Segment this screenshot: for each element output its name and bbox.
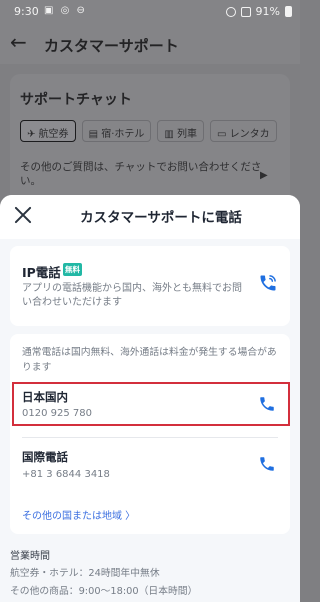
domestic-number[interactable]: 0120 925 780 — [22, 408, 92, 419]
battery-percent: 91% — [255, 5, 280, 18]
tab-label: 宿·ホテル — [101, 129, 145, 140]
support-chat-title: サポートチャット — [20, 92, 132, 108]
signal-icon — [240, 6, 251, 17]
tab-flights[interactable]: ✈ 航空券 — [20, 120, 76, 142]
phone-icon[interactable] — [258, 455, 276, 473]
chat-prompt-text[interactable]: その他のご質問は、チャットでお問い合わせください。 — [20, 160, 278, 188]
international-number[interactable]: +81 3 6844 3418 — [22, 469, 110, 480]
chevron-right-icon: ▶ — [260, 170, 268, 181]
tab-label: レンタカ — [229, 129, 270, 140]
hours-title: 営業時間 — [10, 551, 50, 562]
category-tabs: ✈ 航空券 ▤ 宿·ホテル ▥ 列車 ▭ レンタカ — [20, 120, 277, 142]
tab-label: 航空券 — [38, 129, 69, 140]
call-fee-note: 通常電話は国内無料、海外通話は料金が発生する場合があります — [22, 347, 277, 373]
other-regions-link[interactable]: その他の国または地域 〉 — [22, 507, 135, 522]
back-arrow-icon[interactable]: ← — [10, 30, 27, 54]
battery-icon — [285, 6, 292, 17]
ip-call-description: アプリの電話機能から国内、海外とも無料でお問い合わせいただけます — [22, 283, 242, 308]
domestic-title: 日本国内 — [22, 390, 68, 404]
hours-line-other: その他の商品：9:00～18:00（日本時間） — [10, 586, 198, 597]
sheet-title: カスタマーサポートに電話 — [80, 210, 242, 226]
ip-call-title: IP電話 — [22, 265, 61, 280]
status-right-group: 91% — [225, 5, 292, 18]
page-title: カスタマーサポート — [44, 37, 179, 55]
phone-call-icon[interactable] — [258, 273, 278, 293]
divider — [22, 437, 278, 438]
status-time: 9:30 — [14, 5, 39, 18]
phone-icon[interactable] — [258, 395, 276, 413]
international-title: 国際電話 — [22, 450, 68, 464]
wifi-icon — [225, 6, 236, 17]
notification-icons: ▣ ◎ ⊖ — [44, 5, 87, 16]
tab-rentacar[interactable]: ▭ レンタカ — [210, 120, 277, 142]
hours-line-flights-hotels: 航空券・ホテル：24時間年中無休 — [10, 568, 160, 579]
tab-trains[interactable]: ▥ 列車 — [157, 120, 205, 142]
tab-label: 列車 — [177, 129, 198, 140]
free-badge: 無料 — [63, 263, 82, 276]
tab-hotels[interactable]: ▤ 宿·ホテル — [81, 120, 152, 142]
